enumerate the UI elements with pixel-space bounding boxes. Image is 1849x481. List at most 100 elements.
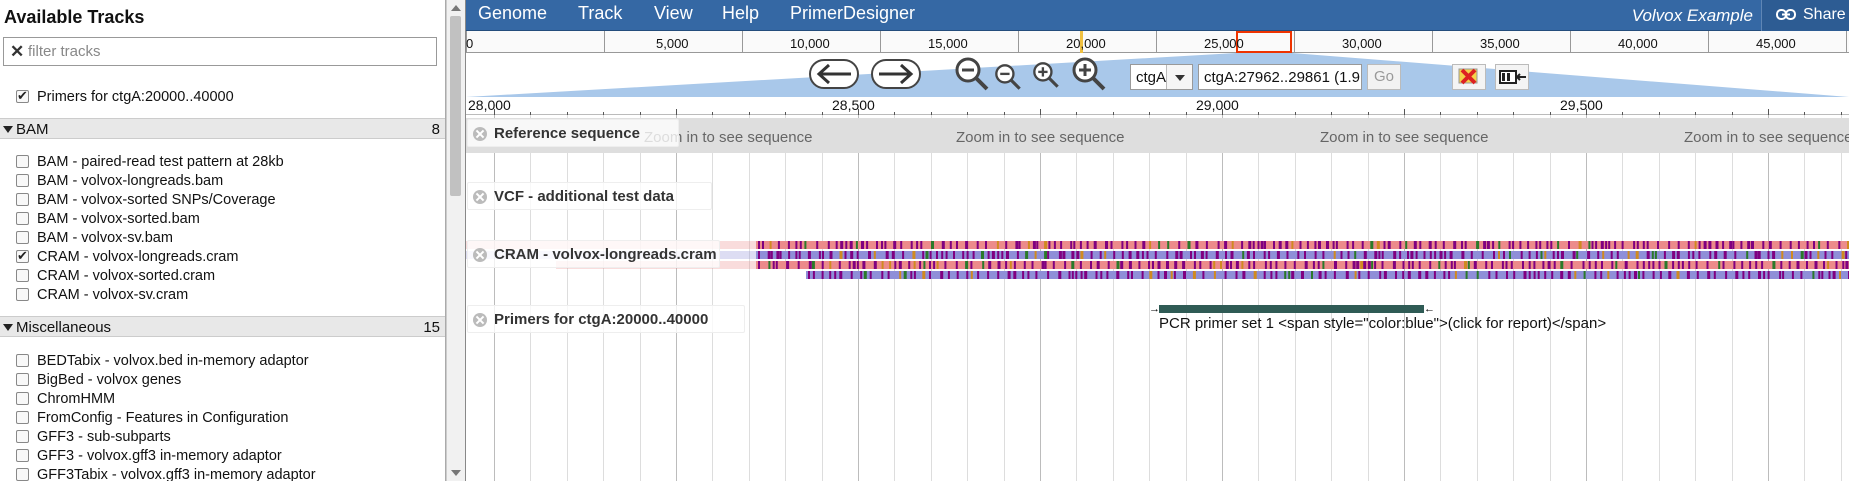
track-label-reference[interactable]: Reference sequence [467, 119, 679, 147]
primer-feature-label[interactable]: PCR primer set 1 <span style="color:blue… [1159, 315, 1606, 332]
go-button[interactable]: Go [1367, 64, 1401, 90]
track-label-primers[interactable]: Primers for ctgA:20000..40000 [467, 305, 745, 333]
track-item[interactable]: GFF3 - volvox.gff3 in-memory adaptor [16, 446, 282, 465]
track-item[interactable]: CRAM - volvox-sv.cram [16, 285, 188, 304]
mismatch-mark [1542, 261, 1545, 269]
mismatch-mark [1205, 251, 1208, 259]
highlight-region-button[interactable] [1495, 64, 1529, 90]
track-checkbox[interactable] [16, 392, 29, 405]
alignment-read[interactable] [756, 241, 1849, 249]
alignment-read[interactable] [756, 251, 1849, 259]
mismatch-mark [1099, 251, 1102, 259]
mismatch-mark [1527, 241, 1530, 249]
track-item[interactable]: CRAM - volvox-sorted.cram [16, 266, 215, 285]
pan-left-button[interactable] [809, 59, 859, 89]
primer-feature[interactable] [1159, 305, 1424, 313]
zoom-out-big-icon[interactable] [954, 56, 990, 92]
track-checkbox[interactable] [16, 193, 29, 206]
mismatch-mark [1438, 261, 1441, 269]
filter-tracks-input[interactable] [28, 41, 428, 62]
overview-tick [880, 31, 881, 53]
track-checkbox[interactable] [16, 373, 29, 386]
clear-highlight-button[interactable] [1452, 64, 1486, 90]
grid-line [1622, 115, 1623, 481]
track-checkbox[interactable] [16, 155, 29, 168]
clear-filter-icon[interactable]: ✕ [10, 43, 24, 60]
track-item[interactable]: BAM - volvox-sorted.bam [16, 209, 200, 228]
mismatch-mark [881, 261, 884, 269]
reference-sequence-select[interactable]: ctgA [1130, 64, 1193, 90]
close-track-icon[interactable] [473, 248, 487, 262]
track-label-vcf[interactable]: VCF - additional test data [467, 182, 712, 210]
track-area[interactable]: Zoom in to see sequence Zoom in to see s… [466, 115, 1849, 481]
overview-tick-label: 10,000 [790, 36, 830, 51]
share-button[interactable]: Share [1761, 0, 1849, 31]
scroll-down-icon[interactable] [451, 470, 461, 476]
zoom-in-icon[interactable] [1032, 61, 1060, 89]
collapse-triangle-icon[interactable] [3, 126, 13, 133]
track-item[interactable]: BAM - volvox-sorted SNPs/Coverage [16, 190, 276, 209]
mismatch-mark [1374, 261, 1377, 269]
track-item[interactable]: GFF3Tabix - volvox.gff3 in-memory adapto… [16, 465, 316, 481]
track-item[interactable]: BAM - volvox-sv.bam [16, 228, 173, 247]
location-input[interactable] [1198, 64, 1362, 90]
track-checkbox[interactable] [16, 288, 29, 301]
menu-primerdesigner[interactable]: PrimerDesigner [790, 3, 915, 24]
track-checkbox[interactable] [16, 88, 29, 104]
track-item[interactable]: ChromHMM [16, 389, 115, 408]
mismatch-mark [1707, 271, 1711, 279]
close-track-icon[interactable] [473, 190, 487, 204]
category-bam[interactable]: BAM 8 [0, 118, 445, 139]
menu-track[interactable]: Track [578, 3, 622, 24]
track-checkbox[interactable] [16, 269, 29, 282]
menu-genome[interactable]: Genome [478, 3, 547, 24]
track-item[interactable]: CRAM - volvox-longreads.cram [16, 247, 238, 266]
mismatch-mark [1253, 251, 1255, 259]
track-item[interactable]: BEDTabix - volvox.bed in-memory adaptor [16, 351, 309, 370]
zoom-out-icon[interactable] [994, 63, 1022, 91]
track-checkbox[interactable] [16, 212, 29, 225]
track-checkbox[interactable] [16, 248, 29, 264]
track-checkbox[interactable] [16, 231, 29, 244]
track-checkbox[interactable] [16, 411, 29, 424]
main-ruler[interactable]: 28,000 28,500 29,000 29,500 [466, 97, 1849, 115]
mismatch-mark [1687, 251, 1690, 259]
mismatch-mark [1141, 251, 1144, 259]
category-miscellaneous[interactable]: Miscellaneous 15 [0, 316, 445, 337]
close-track-icon[interactable] [473, 127, 487, 141]
scrollbar-thumb[interactable] [450, 16, 461, 196]
track-checkbox[interactable] [16, 354, 29, 367]
sidebar-scrollbar[interactable] [446, 0, 465, 481]
menu-view[interactable]: View [654, 3, 693, 24]
track-item[interactable]: FromConfig - Features in Configuration [16, 408, 288, 427]
close-track-icon[interactable] [473, 313, 487, 327]
overview-visible-region[interactable] [1236, 31, 1292, 53]
mismatch-mark [1582, 261, 1585, 269]
mismatch-mark [1005, 261, 1008, 269]
track-checkbox[interactable] [16, 430, 29, 443]
alignment-read[interactable] [806, 271, 1849, 279]
menu-help[interactable]: Help [722, 3, 759, 24]
collapse-triangle-icon[interactable] [3, 324, 13, 331]
track-checkbox[interactable] [16, 449, 29, 462]
track-item[interactable]: BAM - volvox-longreads.bam [16, 171, 223, 190]
chevron-down-icon[interactable] [1166, 65, 1192, 89]
mismatch-mark [1533, 271, 1536, 279]
mismatch-mark [1356, 261, 1360, 269]
overview-ruler[interactable]: 0 5,000 10,000 15,000 20,000 25,000 30,000 35,0… [466, 31, 1849, 53]
track-label-cram[interactable]: CRAM - volvox-longreads.cram [467, 240, 720, 268]
scroll-up-icon[interactable] [451, 5, 461, 11]
mismatch-mark [1340, 251, 1343, 259]
mismatch-mark [1828, 271, 1831, 279]
track-item[interactable]: BAM - paired-read test pattern at 28kb [16, 152, 284, 171]
mismatch-mark [1734, 251, 1737, 259]
mismatch-mark [866, 241, 869, 249]
track-item[interactable]: GFF3 - sub-subparts [16, 427, 171, 446]
mismatch-mark [1735, 271, 1739, 279]
pan-right-button[interactable] [871, 59, 921, 89]
track-checkbox[interactable] [16, 174, 29, 187]
track-checkbox[interactable] [16, 468, 29, 481]
zoom-in-big-icon[interactable] [1071, 56, 1107, 92]
track-item[interactable]: BigBed - volvox genes [16, 370, 181, 389]
track-item-primers[interactable]: Primers for ctgA:20000..40000 [16, 87, 234, 106]
